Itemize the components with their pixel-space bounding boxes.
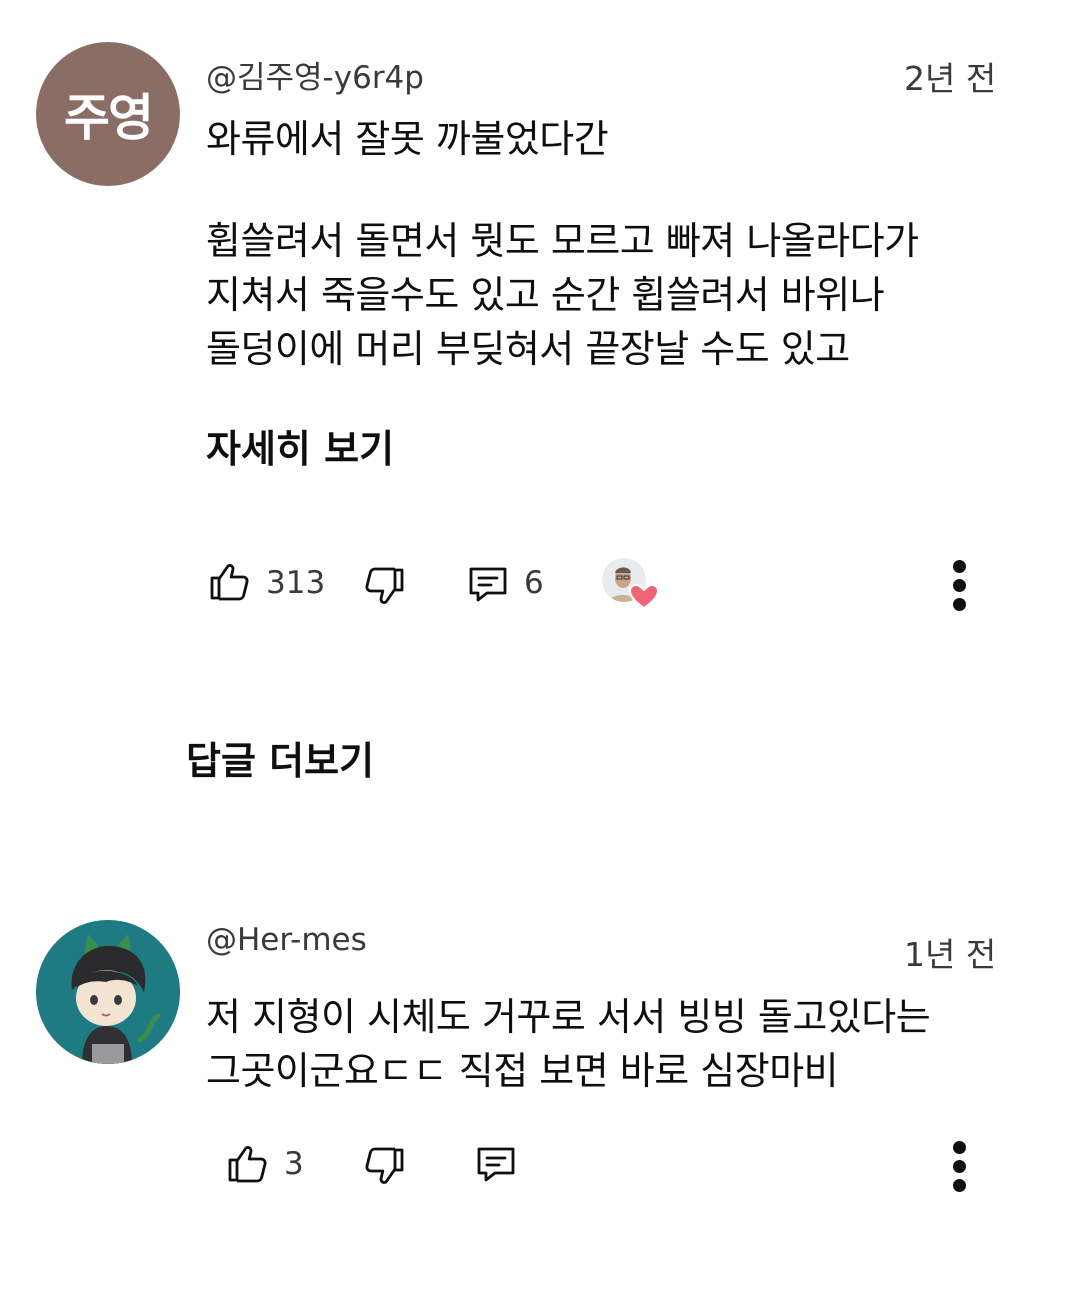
like-count: 313 — [266, 565, 326, 601]
creator-heart — [598, 556, 662, 612]
comment-author-handle[interactable]: @Her-mes — [206, 922, 367, 958]
comment-timestamp: 1년 전 — [904, 935, 997, 974]
more-replies-link[interactable]: 답글 더보기 — [186, 730, 374, 785]
comment-author-handle[interactable]: @김주영-y6r4p — [206, 52, 424, 97]
comment-text-line: 그곳이군요ㄷㄷ 직접 보면 바로 심장마비 — [206, 1049, 839, 1093]
more-options-button[interactable] — [940, 1136, 980, 1196]
dislike-button[interactable] — [360, 1142, 408, 1194]
like-button[interactable] — [206, 558, 254, 610]
like-count: 3 — [284, 1146, 304, 1182]
comment-text-line: 돌덩이에 머리 부딪혀서 끝장날 수도 있고 — [206, 327, 850, 371]
comment-text-line: 지쳐서 죽을수도 있고 순간 휩쓸려서 바위나 — [206, 273, 885, 317]
reply-button[interactable] — [464, 560, 512, 612]
avatar-initials: 주영 — [64, 89, 154, 147]
comment-text-line: 저 지형이 시체도 거꾸로 서서 빙빙 돌고있다는 — [206, 995, 931, 1039]
comment-icon — [477, 1147, 515, 1182]
thumbs-up-icon — [228, 1146, 267, 1183]
avatar[interactable] — [36, 920, 180, 1064]
like-button[interactable] — [224, 1140, 272, 1192]
comment-text-line: 휩쓸려서 돌면서 뭣도 모르고 빠져 나올라다가 — [206, 219, 919, 263]
avatar[interactable]: 주영 — [36, 42, 180, 186]
more-options-button[interactable] — [940, 555, 980, 615]
cartoon-avatar-image — [36, 920, 180, 1064]
reply-count: 6 — [524, 565, 544, 601]
dislike-button[interactable] — [360, 562, 408, 614]
reply-button[interactable] — [472, 1140, 520, 1192]
comment-text-line: 와류에서 잘못 까불었다간 — [206, 117, 609, 161]
thumbs-down-icon — [365, 1147, 404, 1184]
thumbs-up-icon — [210, 564, 249, 601]
thumbs-down-icon — [365, 567, 404, 604]
read-more-link[interactable]: 자세히 보기 — [206, 418, 394, 473]
comment-timestamp: 2년 전 — [904, 59, 997, 98]
comment-icon — [469, 567, 507, 602]
comments-page: 주영 @김주영-y6r4p 2년 전 와류에서 잘못 까불었다간 휩쓸려서 돌면… — [0, 0, 1080, 1293]
